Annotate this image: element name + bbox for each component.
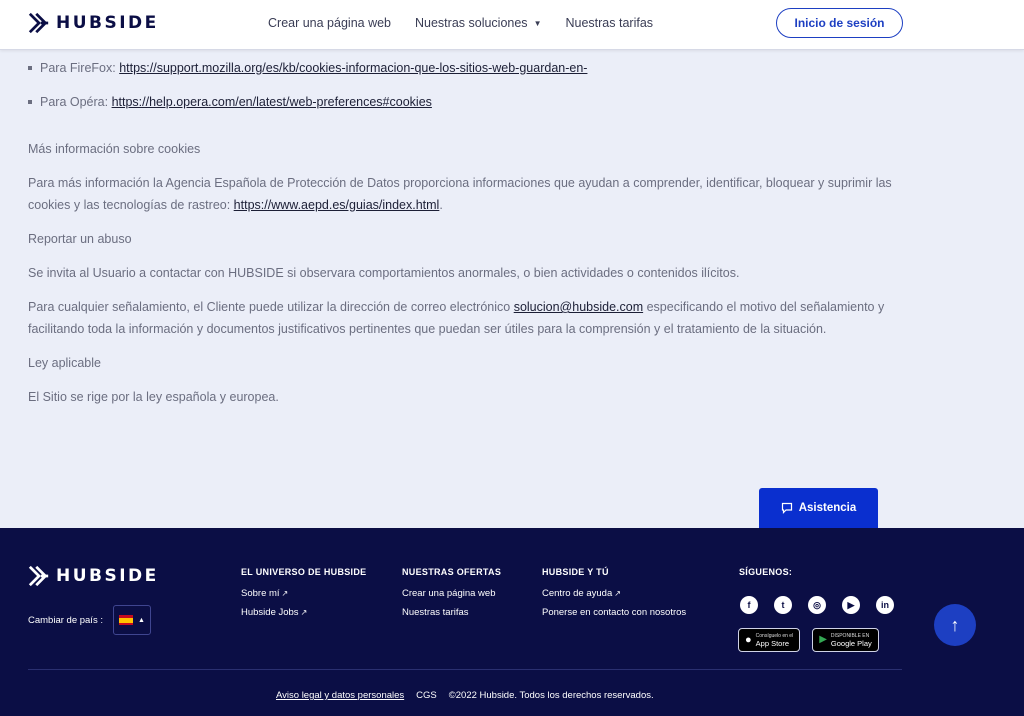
- footer-col-title: HUBSIDE Y TÚ: [542, 567, 609, 577]
- site-footer: HUBSIDE Cambiar de país : ▲ EL UNIVERSO …: [0, 528, 1024, 716]
- copyright-text: ©2022 Hubside. Todos los derechos reserv…: [448, 690, 654, 701]
- apple-icon: ●: [745, 634, 752, 646]
- legal-notice-link[interactable]: Aviso legal y datos personales: [276, 690, 404, 701]
- assistance-label: Asistencia: [798, 502, 857, 514]
- app-store-badge[interactable]: ● Consíguelo en el App Store: [738, 628, 801, 652]
- country-dropdown[interactable]: ▲: [112, 605, 151, 635]
- app-store-text: Consíguelo en el App Store: [756, 632, 794, 648]
- social-title: SÍGUENOS:: [739, 567, 793, 577]
- report-paragraph: Para cualquier señalamiento, el Cliente …: [28, 296, 928, 340]
- more-info-paragraph: Para más información la Agencia Española…: [28, 172, 928, 216]
- nav-solutions-label: Nuestras soluciones: [415, 16, 528, 30]
- abuse-paragraph: Se invita al Usuario a contactar con HUB…: [28, 266, 740, 280]
- chevron-down-icon: ▼: [533, 18, 542, 28]
- external-link-icon: ↗: [281, 589, 289, 598]
- assistance-button[interactable]: Asistencia: [759, 488, 878, 528]
- law-paragraph: El Sitio se rige por la ley española y e…: [28, 390, 279, 404]
- nav-solutions[interactable]: Nuestras soluciones ▼: [415, 16, 541, 30]
- arrow-up-icon: ↑: [950, 614, 960, 635]
- app-store-badges: ● Consíguelo en el App Store ▶ DISPONIBLE…: [738, 628, 879, 652]
- caret-up-icon: ▲: [138, 616, 145, 624]
- cookie-policy-content: Para FireFox: https://support.mozilla.or…: [28, 52, 928, 408]
- more-info-text: Para más información la Agencia Española…: [28, 176, 892, 212]
- facebook-icon[interactable]: f: [740, 596, 758, 614]
- footer-col-social: SÍGUENOS:: [739, 567, 792, 588]
- abuse-heading: Reportar un abuso: [28, 232, 132, 246]
- hubside-logo-mark-icon: [28, 565, 49, 587]
- google-play-name: Google Play: [830, 639, 872, 648]
- nav-pricing[interactable]: Nuestras tarifas: [565, 16, 653, 30]
- google-play-small: DISPONIBLE EN: [830, 633, 870, 639]
- footer-logo[interactable]: HUBSIDE: [28, 565, 159, 587]
- country-label: Cambiar de país :: [28, 614, 103, 626]
- login-button[interactable]: Inicio de sesión: [776, 8, 903, 38]
- footer-divider: [28, 669, 902, 670]
- main-nav: Crear una página web Nuestras soluciones…: [268, 16, 653, 30]
- spain-flag-icon: [119, 615, 134, 625]
- instagram-icon[interactable]: ◎: [808, 596, 826, 614]
- youtube-icon[interactable]: ▶: [842, 596, 860, 614]
- footer-link-jobs[interactable]: Hubside Jobs ↗: [241, 607, 366, 618]
- report-email-link[interactable]: solucion@hubside.com: [514, 300, 643, 314]
- footer-link-label: Centro de ayuda: [542, 588, 613, 599]
- app-store-small: Consíguelo en el: [755, 633, 794, 639]
- footer-col-you: HUBSIDE Y TÚ Centro de ayuda ↗ Ponerse en…: [542, 567, 686, 626]
- firefox-label: Para FireFox:: [40, 61, 120, 75]
- aepd-link[interactable]: https://www.aepd.es/guias/index.html: [234, 198, 440, 212]
- footer-link-about[interactable]: Sobre mí ↗: [241, 588, 366, 599]
- opera-cookies-link[interactable]: https://help.opera.com/en/latest/web-pre…: [112, 95, 432, 109]
- footer-col-universe: EL UNIVERSO DE HUBSIDE Sobre mí ↗ Hubside…: [241, 567, 366, 626]
- legal-bar: Aviso legal y datos personales CGS ©2022…: [276, 690, 654, 701]
- footer-link-create-website[interactable]: Crear una página web: [402, 588, 501, 599]
- google-play-icon: ▶: [819, 634, 827, 645]
- report-text-1: Para cualquier señalamiento, el Cliente …: [28, 300, 514, 314]
- footer-link-contact[interactable]: Ponerse en contacto con nosotros: [542, 607, 686, 618]
- app-store-name: App Store: [755, 639, 790, 648]
- list-item-opera: Para Opéra: https://help.opera.com/en/la…: [28, 91, 928, 113]
- external-link-icon: ↗: [614, 589, 621, 598]
- footer-link-label: Sobre mí: [241, 588, 280, 599]
- twitter-icon[interactable]: t: [774, 596, 792, 614]
- brand-wordmark: HUBSIDE: [56, 13, 159, 33]
- cgs-link[interactable]: CGS: [416, 690, 437, 701]
- country-selector: Cambiar de país : ▲: [28, 605, 151, 635]
- opera-label: Para Opéra:: [40, 95, 112, 109]
- more-info-heading: Más información sobre cookies: [28, 142, 201, 156]
- hubside-logo[interactable]: HUBSIDE: [28, 12, 159, 34]
- footer-link-pricing[interactable]: Nuestras tarifas: [402, 607, 501, 618]
- nav-create-website[interactable]: Crear una página web: [268, 16, 391, 30]
- footer-col-offers: NUESTRAS OFERTAS Crear una página web Nu…: [402, 567, 501, 626]
- footer-brand-wordmark: HUBSIDE: [56, 566, 159, 586]
- footer-col-title: EL UNIVERSO DE HUBSIDE: [241, 567, 367, 577]
- more-info-end: .: [439, 198, 443, 212]
- law-heading: Ley aplicable: [28, 356, 101, 370]
- list-item-firefox: Para FireFox: https://support.mozilla.or…: [28, 57, 928, 79]
- footer-col-title: NUESTRAS OFERTAS: [402, 567, 502, 577]
- linkedin-icon[interactable]: in: [876, 596, 894, 614]
- top-header: HUBSIDE Crear una página web Nuestras so…: [0, 0, 1024, 50]
- chat-bubble-icon: [781, 502, 792, 514]
- scroll-to-top-button[interactable]: ↑: [934, 604, 976, 646]
- google-play-badge[interactable]: ▶ DISPONIBLE EN Google Play: [812, 628, 879, 652]
- hubside-logo-mark-icon: [28, 12, 49, 34]
- external-link-icon: ↗: [300, 608, 308, 617]
- google-play-text: DISPONIBLE EN Google Play: [831, 632, 872, 648]
- footer-link-label: Hubside Jobs: [241, 607, 299, 618]
- social-links: f t ◎ ▶ in: [740, 596, 894, 614]
- firefox-cookies-link[interactable]: https://support.mozilla.org/es/kb/cookie…: [119, 61, 587, 75]
- footer-link-help-center[interactable]: Centro de ayuda ↗: [542, 588, 686, 599]
